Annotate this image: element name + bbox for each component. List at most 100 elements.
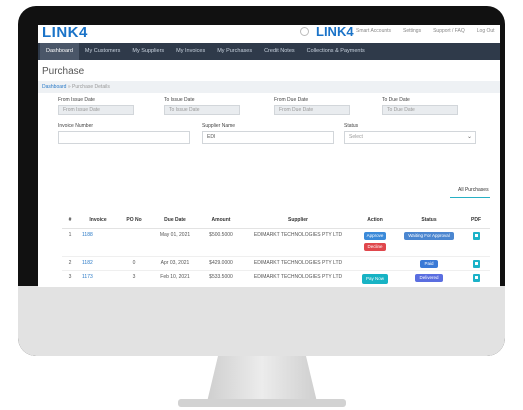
col-pdf: PDF <box>462 213 490 229</box>
nav-my-suppliers[interactable]: My Suppliers <box>126 43 170 60</box>
pdf-download-icon[interactable] <box>472 231 480 240</box>
screen: LINK4 LINK4 Smart Accounts Settings Supp… <box>38 25 500 287</box>
amount: $500.5000 <box>200 227 242 256</box>
top-links: Smart Accounts Settings Support / FAQ Lo… <box>356 28 495 34</box>
nav-my-purchases[interactable]: My Purchases <box>211 43 258 60</box>
row-number: 1 <box>62 227 78 256</box>
pdf-download-icon[interactable] <box>472 259 480 268</box>
nav-credit-notes[interactable]: Credit Notes <box>258 43 301 60</box>
tab-all-purchases[interactable]: All Purchases <box>458 187 489 193</box>
top-header: LINK4 LINK4 Smart Accounts Settings Supp… <box>38 25 500 43</box>
invoice-number-input[interactable] <box>58 131 190 144</box>
amount: $533.5000 <box>200 269 242 284</box>
col-action: Action <box>354 213 396 229</box>
status-select-value: Select <box>349 134 363 140</box>
invoice-number-label: Invoice Number <box>58 123 94 129</box>
monitor-stand <box>207 356 317 402</box>
amount: $429.0000 <box>200 255 242 270</box>
nav-dashboard[interactable]: Dashboard <box>40 43 79 60</box>
status-badge: Delivered <box>415 273 443 282</box>
to-issue-date-label: To Issue Date <box>164 97 195 103</box>
row-number: 2 <box>62 255 78 270</box>
supplier-name-input[interactable]: EDI <box>202 131 334 144</box>
top-link-settings[interactable]: Settings <box>403 28 421 34</box>
pdf-cell <box>462 255 490 270</box>
po-number: 0 <box>118 255 150 270</box>
to-due-date-input[interactable]: To Due Date <box>382 105 458 115</box>
col-supplier[interactable]: Supplier <box>242 213 354 229</box>
pdf-download-icon[interactable] <box>472 273 480 282</box>
supplier-name: EDIMARKT TECHNOLOGIES PTY LTD <box>242 255 354 270</box>
invoice-link[interactable]: 1182 <box>78 255 118 270</box>
status-group: Status Select ⌄ <box>344 123 476 144</box>
top-link-logout[interactable]: Log Out <box>477 28 495 34</box>
from-issue-date-input[interactable]: From Issue Date <box>58 105 134 115</box>
action-cell: Approve Decline <box>354 227 396 256</box>
status-label: Status <box>344 123 359 129</box>
nav-my-invoices[interactable]: My Invoices <box>170 43 211 60</box>
table-row: 3 1173 3 Feb 10, 2021 $533.5000 EDIMARKT… <box>62 269 490 284</box>
search-icon[interactable] <box>300 27 309 36</box>
col-invoice[interactable]: Invoice <box>78 213 118 229</box>
due-date: May 01, 2021 <box>150 227 200 256</box>
col-amount[interactable]: Amount <box>200 213 242 229</box>
breadcrumb: Dashboard » Purchase Details <box>38 81 500 93</box>
to-due-date-group: To Due Date To Due Date <box>382 97 458 115</box>
invoice-link[interactable]: 1173 <box>78 269 118 284</box>
table-row: 2 1182 0 Apr 03, 2021 $429.0000 EDIMARKT… <box>62 255 490 270</box>
row-number: 3 <box>62 269 78 284</box>
table-header-row: # Invoice PO No Due Date Amount Supplier… <box>62 213 490 229</box>
from-due-date-label: From Due Date <box>274 97 309 103</box>
filter-panel: From Issue Date From Issue Date To Issue… <box>38 93 500 149</box>
pay-now-button[interactable]: Pay Now <box>361 273 388 284</box>
from-due-date-group: From Due Date From Due Date <box>274 97 350 115</box>
breadcrumb-current: » Purchase Details <box>67 84 110 90</box>
approve-button[interactable]: Approve <box>363 231 387 240</box>
from-issue-date-group: From Issue Date From Issue Date <box>58 97 134 115</box>
from-issue-date-label: From Issue Date <box>58 97 95 103</box>
monitor-base <box>178 399 346 407</box>
action-cell <box>354 255 396 270</box>
col-due-date[interactable]: Due Date <box>150 213 200 229</box>
po-number: 3 <box>118 269 150 284</box>
page-title: Purchase <box>42 66 85 77</box>
decline-button[interactable]: Decline <box>364 242 386 251</box>
supplier-name-label: Supplier Name <box>202 123 236 129</box>
top-link-support[interactable]: Support / FAQ <box>433 28 465 34</box>
app-logo[interactable]: LINK4 <box>42 25 88 41</box>
from-due-date-input[interactable]: From Due Date <box>274 105 350 115</box>
supplier-name-group: Supplier Name EDI <box>202 123 334 144</box>
col-status[interactable]: Status <box>396 213 462 229</box>
to-due-date-label: To Due Date <box>382 97 410 103</box>
supplier-name: EDIMARKT TECHNOLOGIES PTY LTD <box>242 227 354 256</box>
pdf-cell <box>462 269 490 284</box>
col-number: # <box>62 213 78 229</box>
po-number <box>118 227 150 256</box>
status-select[interactable]: Select ⌄ <box>344 131 476 144</box>
status-badge: Waiting For Approval <box>404 231 454 240</box>
main-nav: Dashboard My Customers My Suppliers My I… <box>38 43 500 60</box>
tab-active-indicator <box>450 197 490 198</box>
col-po-no[interactable]: PO No <box>118 213 150 229</box>
due-date: Feb 10, 2021 <box>150 269 200 284</box>
breadcrumb-home[interactable]: Dashboard <box>42 84 66 90</box>
nav-my-customers[interactable]: My Customers <box>79 43 126 60</box>
table-row: 1 1188 May 01, 2021 $500.5000 EDIMARKT T… <box>62 227 490 256</box>
chevron-down-icon: ⌄ <box>466 134 472 140</box>
status-cell: Waiting For Approval <box>396 227 462 256</box>
purchases-table: # Invoice PO No Due Date Amount Supplier… <box>62 213 490 284</box>
supplier-name: EDIMARKT TECHNOLOGIES PTY LTD <box>242 269 354 284</box>
status-badge: Paid <box>420 259 438 268</box>
invoice-link[interactable]: 1188 <box>78 227 118 256</box>
secondary-logo: LINK4 <box>316 25 354 39</box>
to-issue-date-input[interactable]: To Issue Date <box>164 105 240 115</box>
due-date: Apr 03, 2021 <box>150 255 200 270</box>
to-issue-date-group: To Issue Date To Issue Date <box>164 97 240 115</box>
nav-collections-payments[interactable]: Collections & Payments <box>301 43 371 60</box>
pdf-cell <box>462 227 490 256</box>
top-link-smart-accounts[interactable]: Smart Accounts <box>356 28 391 34</box>
monitor-chin <box>18 286 505 356</box>
invoice-number-group: Invoice Number <box>58 123 190 144</box>
action-cell: Pay Now <box>354 269 396 284</box>
status-cell: Delivered <box>396 269 462 284</box>
